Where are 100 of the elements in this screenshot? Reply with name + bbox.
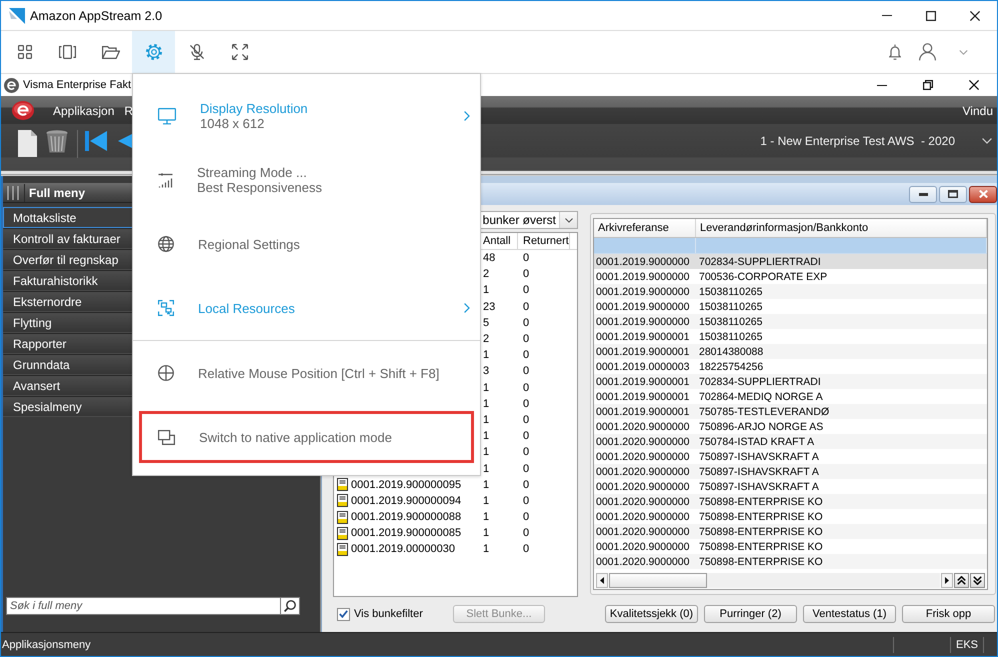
table-cell-text: 0 [522, 268, 530, 280]
sidebar-item[interactable]: Eksternordre [3, 291, 133, 312]
table-cell-text: 1 [482, 478, 490, 491]
table-cell-text: 1 [482, 511, 490, 524]
sidebar-item[interactable]: Flytting [3, 312, 133, 333]
table-cell-text: 0001.2019.9000000 [595, 286, 690, 298]
table-cell-text: 2 [482, 333, 490, 346]
table-cell-text: 0 [522, 252, 530, 264]
scroll-top-button[interactable] [954, 573, 969, 588]
table-row[interactable]: 0001.2019.9000001 28014380088 [594, 344, 987, 359]
sidebar-item[interactable]: Avansert [3, 375, 133, 396]
action-button[interactable]: Purringer (2) [704, 605, 797, 623]
table-cell-text: 1 [482, 284, 490, 296]
table-cell-text: 0 [522, 365, 530, 378]
search-field[interactable]: Søk i full meny [6, 597, 280, 615]
monitor-icon [158, 108, 176, 124]
checkbox[interactable] [337, 608, 350, 620]
menu-item[interactable]: Switch to native application mode [133, 405, 480, 469]
folder-icon [102, 46, 120, 58]
column-header[interactable]: Returnert [518, 233, 570, 249]
menu-item[interactable]: Relative Mouse Position [Ctrl + Shift + F8] [133, 341, 480, 405]
column-header[interactable]: Arkivreferanse [594, 219, 696, 237]
sidebar-title: Full meny [29, 186, 86, 200]
skip-to-first-icon[interactable] [85, 131, 107, 151]
sidebar-item[interactable]: Grunndata [3, 354, 133, 375]
table-cell-text: 0 [522, 398, 530, 410]
scroll-bottom-button[interactable] [970, 573, 985, 588]
close-button[interactable] [969, 186, 997, 202]
table-cell-text: 15038110265 [698, 300, 764, 312]
company-dropdown[interactable]: 1 - New Enterprise Test AWS - 2020 [760, 134, 997, 148]
menu-item[interactable]: Streaming Mode ... Best Responsiveness [133, 148, 480, 212]
action-button[interactable]: Kvalitetssjekk (0) [605, 605, 698, 623]
chevron-down-icon [982, 138, 992, 144]
chevron-right-icon [464, 111, 470, 121]
table-cell-text: 750897-ISHAVSKRAFT A [698, 450, 820, 462]
table-cell-text: 702864-MEDIQ NORGE A [698, 390, 824, 402]
table-cell-text: 0001.2019.9000001 [595, 330, 690, 342]
checkmark-icon [339, 610, 348, 618]
table-row[interactable]: 0001.2020.9000000 750898-ENTERPRISE KO [594, 524, 987, 539]
table-row[interactable]: 0001.2020.9000000 750784-ISTAD KRAFT A [594, 434, 987, 449]
table-cell-text: 750898-ENTERPRISE KO [698, 496, 824, 508]
table-row[interactable]: 0001.2020.9000000 750898-ENTERPRISE KO [594, 554, 987, 569]
table-cell-text: 750896-ARJO NORGE AS [698, 420, 824, 432]
fullscreen-icon [232, 44, 248, 60]
scroll-right-button[interactable] [941, 573, 953, 588]
sidebar-item[interactable]: Fakturahistorikk [3, 270, 133, 291]
menu-item[interactable]: Applikasjon [53, 102, 114, 118]
table-row[interactable]: 0001.2020.9000000 750898-ENTERPRISE KO [594, 494, 987, 509]
table-cell-text: 1 [482, 398, 490, 410]
checkbox-label: Vis bunkefilter [354, 608, 423, 620]
status-text: Applikasjonsmeny [1, 638, 92, 650]
scrollbar-thumb[interactable] [609, 573, 707, 588]
sidebar-item[interactable]: Spesialmeny [3, 396, 133, 417]
minimize-button[interactable] [909, 186, 937, 202]
table-cell-text: 15038110265 [698, 286, 764, 298]
table-cell-text: 1 [482, 349, 490, 362]
table-cell-text: 0 [522, 462, 530, 475]
sidebar-item[interactable]: Kontroll av fakturaer [3, 228, 133, 249]
bell-icon [888, 44, 900, 60]
minimize-icon [918, 192, 928, 196]
new-document-icon[interactable] [18, 130, 37, 157]
sidebar-item[interactable]: Overfør til regnskap [3, 249, 133, 270]
table-row[interactable]: 0001.2019.9000001 702834-SUPPLIERTRADI [594, 374, 987, 389]
document-icon [337, 510, 348, 524]
menu-item[interactable]: Regional Settings [133, 212, 480, 276]
table-row[interactable]: 0001.2020.9000000 750897-ISHAVSKRAFT A [594, 464, 987, 479]
table-cell-text: 750784-ISTAD KRAFT A [698, 436, 816, 448]
table-cell-text: 0001.2020.9000000 [595, 526, 690, 538]
trash-icon[interactable] [46, 130, 68, 154]
menu-item[interactable]: Vindu [962, 102, 993, 118]
table-cell-text: 750897-ISHAVSKRAFT A [698, 466, 820, 478]
table-cell-text: 0001.2020.9000000 [595, 540, 690, 552]
table-cell-text: 0 [522, 511, 530, 524]
table-cell-text: 0001.2019.9000001 [595, 390, 690, 402]
table-cell-text: 700536-CORPORATE EXP [698, 270, 828, 282]
table-row[interactable]: 0001.2019.9000000 702834-SUPPLIERTRADI [594, 254, 987, 269]
sidebar-item[interactable]: Rapporter [3, 333, 133, 354]
table-cell-text: 0 [522, 430, 530, 442]
scroll-left-button[interactable] [596, 573, 608, 588]
table-cell-text: 1 [482, 430, 490, 442]
table-row[interactable]: 0001.2019.9000000 15038110265 [594, 284, 987, 299]
table-cell-text: 15038110265 [698, 330, 764, 342]
table-cell: 0001.2019.900000094 [334, 494, 480, 508]
table-cell-text: 0001.2020.9000000 [595, 510, 690, 522]
document-icon [337, 494, 348, 508]
table-cell-text: 15038110265 [698, 316, 764, 328]
sidebar-item[interactable]: Mottaksliste [3, 207, 133, 228]
table-row[interactable]: 0001.2019.9000000 15038110265 [594, 314, 987, 329]
dropdown-arrow-button[interactable] [559, 212, 577, 228]
menu-item[interactable]: R [124, 102, 134, 118]
chevron-down-icon [958, 50, 968, 54]
action-button[interactable]: Ventestatus (1) [803, 605, 896, 623]
search-icon [284, 600, 296, 612]
maximize-button[interactable] [939, 186, 967, 202]
close-icon [969, 80, 979, 90]
table-row[interactable]: 0001.2019.9000001 750785-TESTLEVERANDØ [594, 404, 987, 419]
column-header[interactable]: Leverandørinformasjon/Bankkonto [696, 219, 987, 237]
search-button[interactable] [280, 597, 300, 615]
menu-item[interactable]: Display Resolution 1048 x 612 [133, 84, 480, 148]
action-button[interactable]: Frisk opp [902, 605, 995, 623]
